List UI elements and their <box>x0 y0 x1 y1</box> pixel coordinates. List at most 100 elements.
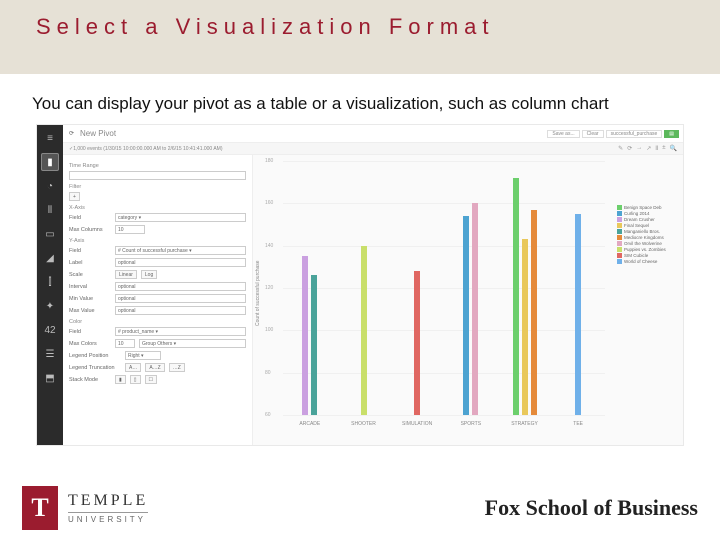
slide-footer: T TEMPLE UNIVERSITY Fox School of Busine… <box>0 476 720 540</box>
y-tick: 60 <box>265 412 271 418</box>
add-filter-button[interactable]: + <box>69 192 80 201</box>
legend-item: Dream Crusher <box>617 217 681 222</box>
map-icon[interactable]: ⬒ <box>41 369 59 387</box>
legend-swatch <box>617 223 622 228</box>
group-others-select[interactable]: Group Others ▾ <box>139 339 246 348</box>
temple-logo: T TEMPLE UNIVERSITY <box>22 486 148 530</box>
y-tick: 80 <box>265 370 271 376</box>
ylabel-input[interactable]: optional <box>115 258 246 267</box>
column-chart-icon[interactable]: ▮ <box>41 153 59 171</box>
chart-bar <box>522 239 528 415</box>
pie-icon[interactable]: ◔ <box>41 177 59 195</box>
legend-swatch <box>617 211 622 216</box>
cmax-input[interactable]: 10 <box>115 339 135 348</box>
bar-icon[interactable]: ⫴ <box>41 201 59 219</box>
single-value-icon[interactable]: ▭ <box>41 225 59 243</box>
reload-icon[interactable]: ⟳ <box>627 145 632 152</box>
number-icon[interactable]: 42 <box>41 321 59 339</box>
legpos-label: Legend Position <box>69 353 121 359</box>
x-tick: STRATEGY <box>511 421 538 427</box>
legend-swatch <box>617 247 622 252</box>
ymax-label: Max Value <box>69 308 111 314</box>
scatter-icon[interactable]: ✦ <box>41 297 59 315</box>
legend-swatch <box>617 229 622 234</box>
stack-c-button[interactable]: ☐ <box>145 375 157 384</box>
chart-zone: Count of successful purchase 60801001201… <box>253 155 613 431</box>
config-panel: Time Range Filter + X-Axis Fieldcategory… <box>63 155 253 445</box>
trunc-label: Legend Truncation <box>69 365 121 371</box>
legend-label: Mediocre Kingdoms <box>624 235 664 240</box>
export-icon[interactable]: ↗ <box>646 145 651 152</box>
yint-input[interactable]: optional <box>115 282 246 291</box>
y-tick: 160 <box>265 200 273 206</box>
chart-bar <box>513 178 519 415</box>
pencil-icon[interactable]: ✎ <box>618 145 623 152</box>
max-cols-input[interactable]: 10 <box>115 225 145 234</box>
chart-bar <box>361 246 367 415</box>
trunc-b-button[interactable]: A…Z <box>145 363 164 372</box>
events-strip: ✓ 1,000 events (1/30/15 10:00:00.000 AM … <box>63 143 683 155</box>
ymax-input[interactable]: optional <box>115 306 246 315</box>
chart-bar <box>463 216 469 415</box>
legend-item: Orvil the Wolverine <box>617 241 681 246</box>
x-tick: ARCADE <box>299 421 320 427</box>
trunc-a-button[interactable]: A… <box>125 363 141 372</box>
pivot-top-strip: ⟳ New Pivot Save as... Clear successful_… <box>63 125 683 143</box>
legpos-select[interactable]: Right ▾ <box>125 351 161 360</box>
pivot-name-button[interactable]: successful_purchase <box>606 130 663 138</box>
legend-label: Puppies vs. Zombies <box>624 247 666 252</box>
save-as-button[interactable]: Save as... <box>547 130 579 138</box>
screenshot: ≡ ▮ ◔ ⫴ ▭ ◢ ⫿ ✦ 42 ☰ ⬒ ⟳ New Pivot Save … <box>36 124 684 446</box>
legend-swatch <box>617 235 622 240</box>
pivot-title: New Pivot <box>80 129 116 138</box>
time-range-input[interactable] <box>69 171 246 180</box>
legend-swatch <box>617 241 622 246</box>
legend-label: Dream Crusher <box>624 217 655 222</box>
scale-linear-button[interactable]: Linear <box>115 270 137 279</box>
actions-icon[interactable]: ▤ <box>664 130 679 138</box>
next-icon[interactable]: → <box>636 145 642 152</box>
filter-label: Filter <box>69 184 246 190</box>
x-tick: SPORTS <box>461 421 481 427</box>
line-icon[interactable]: ⫿ <box>41 273 59 291</box>
trunc-c-button[interactable]: …Z <box>169 363 185 372</box>
gauge-icon[interactable]: ☰ <box>41 345 59 363</box>
area-icon[interactable]: ◢ <box>41 249 59 267</box>
stack-b-button[interactable]: ▯ <box>130 375 141 384</box>
stack-label: Stack Mode <box>69 377 111 383</box>
refresh-icon[interactable]: ⟳ <box>69 130 74 137</box>
legend-label: Benign Space Deb <box>624 205 662 210</box>
slide-body: You can display your pivot as a table or… <box>0 74 720 446</box>
settings-icon[interactable]: ± <box>662 145 665 152</box>
legend-label: Curling 2014 <box>624 211 650 216</box>
yaxis-label: Y-Axis <box>69 238 246 244</box>
legend-item: Puppies vs. Zombies <box>617 247 681 252</box>
table-icon[interactable]: ≡ <box>41 129 59 147</box>
legend-swatch <box>617 217 622 222</box>
slide-header: Select a Visualization Format <box>0 0 720 74</box>
yint-label: Interval <box>69 284 111 290</box>
chart-bar <box>302 256 308 415</box>
events-text: 1,000 events (1/30/15 10:00:00.000 AM to… <box>73 146 222 152</box>
legend-item: Benign Space Deb <box>617 205 681 210</box>
university-word: UNIVERSITY <box>68 512 148 524</box>
ymin-input[interactable]: optional <box>115 294 246 303</box>
cfield-select[interactable]: # product_name ▾ <box>115 327 246 336</box>
legend-label: World of Cheese <box>624 259 657 264</box>
search-icon[interactable]: 🔍 <box>670 145 677 152</box>
xaxis-field-select[interactable]: category ▾ <box>115 213 246 222</box>
legend-item: Manganiello Bros. <box>617 229 681 234</box>
legend-item: Curling 2014 <box>617 211 681 216</box>
scale-log-button[interactable]: Log <box>141 270 157 279</box>
cfield-label: Field <box>69 329 111 335</box>
plot-area: 6080100120140160180ARCADESHOOTERSIMULATI… <box>283 161 605 415</box>
legend-swatch <box>617 259 622 264</box>
yfield-select[interactable]: # Count of successful purchase ▾ <box>115 246 246 255</box>
max-cols-label: Max Columns <box>69 227 111 233</box>
pause-icon[interactable]: Ⅱ <box>655 145 658 152</box>
clear-button[interactable]: Clear <box>582 130 604 138</box>
legend-swatch <box>617 253 622 258</box>
legend-item: Mediocre Kingdoms <box>617 235 681 240</box>
chart-bar <box>414 271 420 415</box>
stack-a-button[interactable]: ▮ <box>115 375 126 384</box>
